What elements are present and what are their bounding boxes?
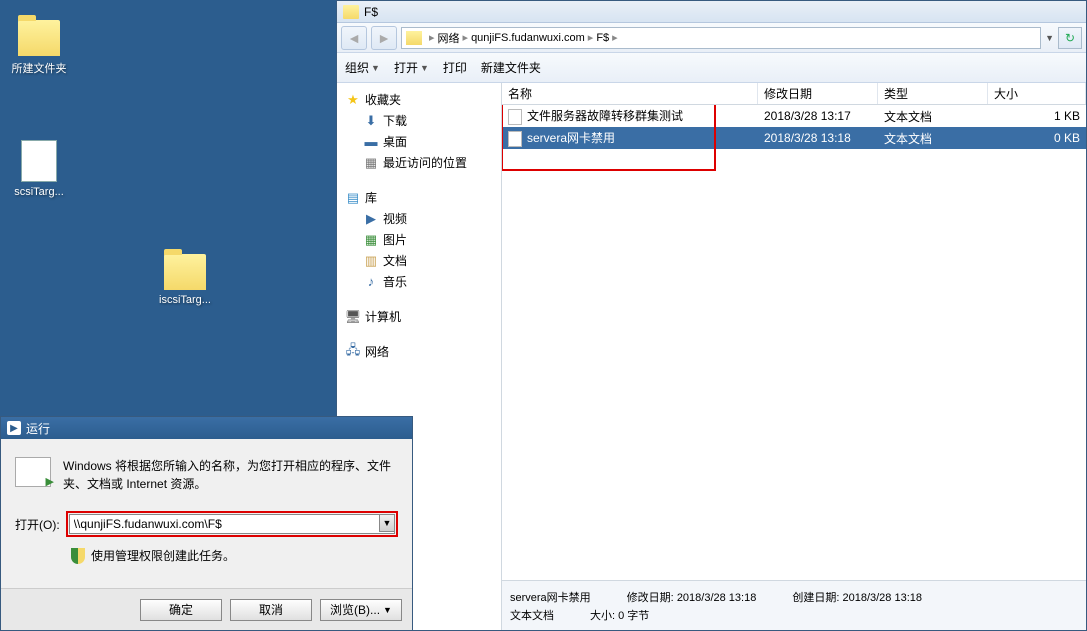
run-open-label: 打开(O): [15, 516, 60, 533]
run-title-text: 运行 [26, 420, 50, 437]
back-button[interactable]: ◄ [341, 26, 367, 50]
sidebar-downloads[interactable]: ⬇下载 [341, 110, 497, 131]
folder-icon [164, 254, 206, 290]
library-icon: ▤ [345, 190, 361, 206]
run-input[interactable] [69, 514, 395, 534]
refresh-button[interactable]: ↻ [1058, 27, 1082, 49]
run-dialog: ▶ 运行 Windows 将根据您所输入的名称，为您打开相应的程序、文件夹、文档… [0, 416, 413, 631]
folder-icon [343, 5, 359, 19]
desktop-iscsitarg[interactable]: iscsiTarg... [150, 254, 220, 306]
address-bar[interactable]: ▸ 网络 ▸ qunjiFS.fudanwuxi.com ▸ F$ ▸ [401, 27, 1041, 49]
file-name-cell: 文件服务器故障转移群集测试 [502, 107, 758, 125]
file-type-cell: 文本文档 [878, 108, 988, 125]
chevron-down-icon: ▼ [371, 63, 380, 73]
breadcrumb-part[interactable]: qunjiFS.fudanwuxi.com [471, 32, 585, 44]
status-bar: servera网卡禁用 修改日期: 2018/3/28 13:18 创建日期: … [502, 580, 1086, 630]
sidebar-music[interactable]: ♪音乐 [341, 271, 497, 292]
sidebar-videos[interactable]: ▶视频 [341, 208, 497, 229]
computer-icon: 🖥 [345, 309, 361, 325]
network-icon: 🖧 [345, 344, 361, 360]
run-titlebar[interactable]: ▶ 运行 [1, 417, 412, 439]
breadcrumb-sep: ▸ [612, 31, 618, 44]
new-folder-button[interactable]: 新建文件夹 [481, 59, 541, 76]
sidebar-recent[interactable]: ▦最近访问的位置 [341, 152, 497, 173]
file-type-cell: 文本文档 [878, 130, 988, 147]
run-description: Windows 将根据您所输入的名称，为您打开相应的程序、文件夹、文档或 Int… [63, 457, 398, 493]
sidebar-favorites[interactable]: ★收藏夹 [341, 89, 497, 110]
run-dropdown-button[interactable]: ▼ [379, 514, 395, 532]
music-icon: ♪ [363, 274, 379, 290]
document-icon: ▥ [363, 253, 379, 269]
file-size-cell: 1 KB [988, 109, 1086, 123]
desktop-icon-label: scsiTarg... [4, 186, 74, 198]
window-title: F$ [364, 5, 378, 19]
picture-icon: ▦ [363, 232, 379, 248]
breadcrumb-sep: ▸ [429, 31, 435, 44]
column-date[interactable]: 修改日期 [758, 83, 878, 104]
organize-menu[interactable]: 组织 ▼ [345, 59, 380, 76]
file-list[interactable]: 文件服务器故障转移群集测试 2018/3/28 13:17 文本文档 1 KB … [502, 105, 1086, 580]
print-button[interactable]: 打印 [443, 59, 467, 76]
star-icon: ★ [345, 92, 361, 108]
file-date-cell: 2018/3/28 13:17 [758, 109, 878, 123]
status-createdate: 创建日期: 2018/3/28 13:18 [792, 589, 922, 605]
shield-icon [71, 548, 85, 564]
sidebar-computer[interactable]: 🖥计算机 [341, 306, 497, 327]
column-headers: 名称 修改日期 类型 大小 [502, 83, 1086, 105]
sidebar-pictures[interactable]: ▦图片 [341, 229, 497, 250]
desktop-icon: ▬ [363, 134, 379, 150]
chevron-down-icon: ▼ [420, 63, 429, 73]
desktop-folder-new[interactable]: 所建文件夹 [4, 20, 74, 76]
breadcrumb-sep: ▸ [463, 31, 469, 44]
status-filename: servera网卡禁用 [510, 589, 591, 605]
file-date-cell: 2018/3/28 13:18 [758, 131, 878, 145]
forward-button[interactable]: ► [371, 26, 397, 50]
breadcrumb-sep: ▸ [588, 31, 594, 44]
desktop-scsitarg[interactable]: scsiTarg... [4, 140, 74, 198]
column-name[interactable]: 名称 [502, 83, 758, 104]
run-admin-note: 使用管理权限创建此任务。 [15, 547, 398, 564]
status-filetype: 文本文档 [510, 607, 554, 623]
sidebar-documents[interactable]: ▥文档 [341, 250, 497, 271]
breadcrumb-part[interactable]: F$ [596, 32, 609, 44]
download-icon: ⬇ [363, 113, 379, 129]
folder-icon [18, 20, 60, 56]
desktop-icon-label: iscsiTarg... [150, 294, 220, 306]
sidebar-libraries[interactable]: ▤库 [341, 187, 497, 208]
toolbar: 组织 ▼ 打开 ▼ 打印 新建文件夹 [337, 53, 1086, 83]
run-icon: ▶ [7, 421, 21, 435]
titlebar[interactable]: F$ [337, 1, 1086, 23]
document-icon [508, 131, 522, 147]
chevron-down-icon: ▼ [383, 605, 392, 615]
navbar: ◄ ► ▸ 网络 ▸ qunjiFS.fudanwuxi.com ▸ F$ ▸ … [337, 23, 1086, 53]
file-row[interactable]: servera网卡禁用 2018/3/28 13:18 文本文档 0 KB [502, 127, 1086, 149]
file-name-cell: servera网卡禁用 [502, 129, 758, 147]
run-button-bar: 确定 取消 浏览(B)...▼ [1, 588, 412, 630]
document-icon [21, 140, 57, 182]
folder-icon [406, 31, 422, 45]
recent-icon: ▦ [363, 155, 379, 171]
status-filesize: 大小: 0 字节 [590, 607, 649, 623]
highlight-annotation [66, 511, 398, 537]
cancel-button[interactable]: 取消 [230, 599, 312, 621]
address-dropdown[interactable]: ▼ [1045, 33, 1054, 43]
ok-button[interactable]: 确定 [140, 599, 222, 621]
explorer-window: F$ ◄ ► ▸ 网络 ▸ qunjiFS.fudanwuxi.com ▸ F$… [336, 0, 1087, 631]
video-icon: ▶ [363, 211, 379, 227]
sidebar-network[interactable]: 🖧网络 [341, 341, 497, 362]
column-type[interactable]: 类型 [878, 83, 988, 104]
breadcrumb-part[interactable]: 网络 [438, 30, 460, 46]
document-icon [508, 109, 522, 125]
sidebar-desktop[interactable]: ▬桌面 [341, 131, 497, 152]
content-area: 名称 修改日期 类型 大小 文件服务器故障转移群集测试 2018/3/28 13… [502, 83, 1086, 630]
open-menu[interactable]: 打开 ▼ [394, 59, 429, 76]
run-app-icon [15, 457, 51, 487]
status-moddate: 修改日期: 2018/3/28 13:18 [627, 589, 757, 605]
file-size-cell: 0 KB [988, 131, 1086, 145]
file-row[interactable]: 文件服务器故障转移群集测试 2018/3/28 13:17 文本文档 1 KB [502, 105, 1086, 127]
column-size[interactable]: 大小 [988, 83, 1086, 104]
desktop-icon-label: 所建文件夹 [4, 60, 74, 76]
browse-button[interactable]: 浏览(B)...▼ [320, 599, 402, 621]
